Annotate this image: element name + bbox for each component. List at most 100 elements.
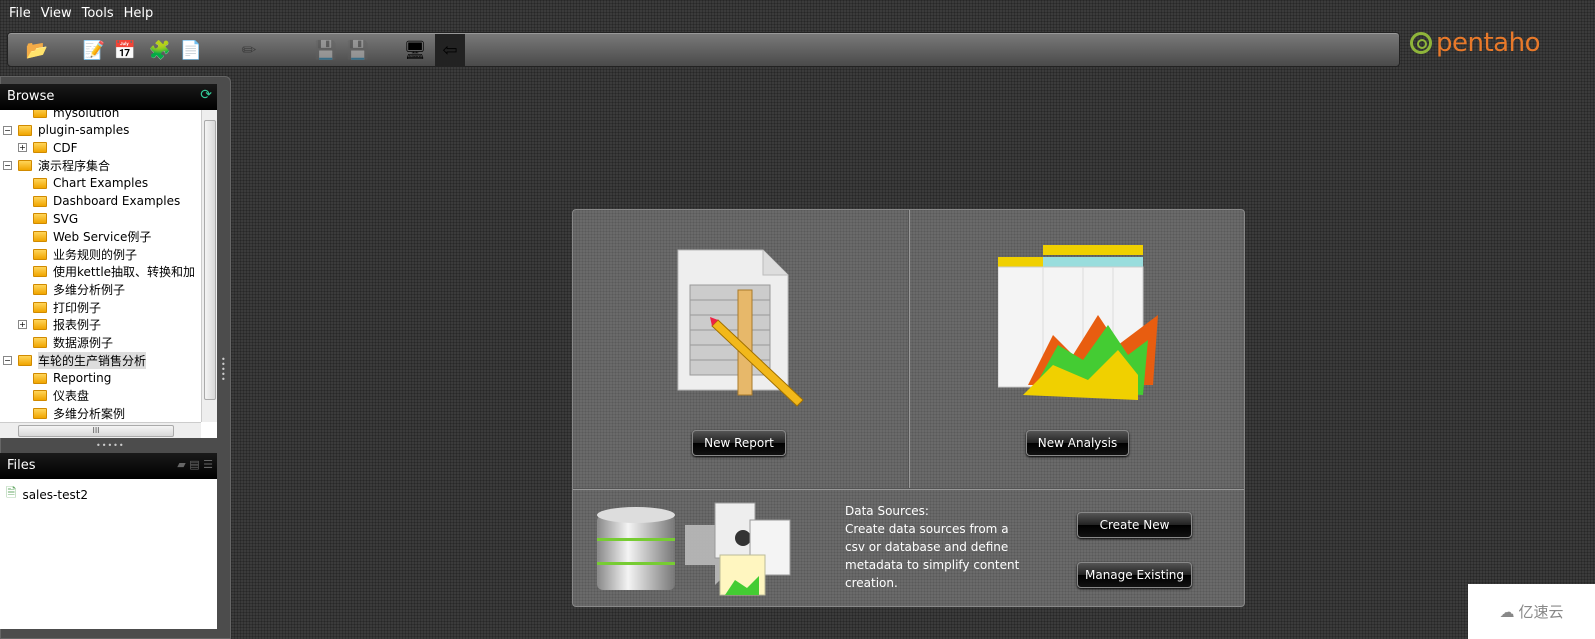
horizontal-scrollbar[interactable]: III bbox=[0, 422, 201, 438]
tree-node-label: Reporting bbox=[53, 371, 112, 385]
tree-node-label: plugin-samples bbox=[38, 123, 130, 138]
new-analysis-button[interactable]: New Analysis bbox=[1026, 430, 1129, 456]
browse-header: Browse ⟳ bbox=[0, 84, 217, 110]
tree-node[interactable]: 业务规则的例子 bbox=[18, 246, 137, 263]
tree-node[interactable]: 数据源例子 bbox=[18, 334, 113, 351]
vertical-splitter-handle[interactable]: • • • • • bbox=[221, 356, 227, 384]
file-view-icons[interactable]: ▰ ▤ ☰ bbox=[177, 458, 213, 471]
new-analysis-icon[interactable]: 📅 bbox=[112, 37, 138, 63]
folder-icon bbox=[18, 354, 32, 366]
toolbar: 📂 📝 📅 🧩 📄 ✏ 💾 💾 🖥 ⇦ bbox=[7, 32, 1400, 67]
monitor-icon[interactable]: 🖥 bbox=[402, 37, 428, 63]
files-header: Files ▰ ▤ ☰ bbox=[0, 453, 217, 479]
minus-expander-icon[interactable]: − bbox=[3, 161, 12, 171]
folder-icon bbox=[33, 110, 47, 118]
menu-file[interactable]: File bbox=[4, 0, 36, 28]
refresh-icon[interactable]: ⟳ bbox=[200, 87, 212, 103]
pentaho-logo: pentaho bbox=[1410, 28, 1541, 58]
analysis-illustration bbox=[998, 245, 1158, 400]
swirl-icon bbox=[1410, 32, 1432, 54]
tree-node[interactable]: mysolution bbox=[18, 110, 119, 121]
tree-node-label: 数据源例子 bbox=[53, 336, 114, 351]
folder-icon bbox=[33, 195, 47, 207]
tree-node[interactable]: + 报表例子 bbox=[18, 316, 101, 333]
tree-node[interactable]: Reporting bbox=[18, 370, 111, 387]
tree-node-label: 仪表盘 bbox=[53, 389, 90, 404]
minus-expander-icon[interactable]: − bbox=[3, 355, 12, 365]
tree-node-label: 使用kettle抽取、转换和加 bbox=[53, 265, 196, 280]
tree-node[interactable]: SVG bbox=[18, 210, 78, 227]
new-report-icon[interactable]: 📝 bbox=[81, 37, 107, 63]
minus-expander-icon[interactable]: − bbox=[3, 125, 12, 135]
folder-icon bbox=[33, 284, 47, 295]
files-list: 🗎 sales-test2 bbox=[0, 479, 217, 629]
save-icon[interactable]: 💾 bbox=[313, 37, 339, 63]
tree-node-label: CDF bbox=[53, 140, 78, 155]
folder-icon bbox=[33, 301, 47, 313]
watermark-text: 亿速云 bbox=[1518, 603, 1564, 621]
tree-node-label: SVG bbox=[53, 211, 79, 226]
folder-icon bbox=[33, 230, 47, 242]
tree-node[interactable]: Chart Examples bbox=[18, 175, 148, 192]
plus-expander-icon[interactable]: + bbox=[18, 320, 27, 330]
folder-icon bbox=[18, 160, 32, 172]
folder-icon bbox=[33, 142, 47, 154]
create-new-button[interactable]: Create New bbox=[1077, 512, 1192, 538]
tree-node[interactable]: − plugin-samples bbox=[3, 122, 129, 139]
tree-node-label: 车轮的生产销售分析 bbox=[38, 351, 147, 369]
menu-help[interactable]: Help bbox=[119, 0, 159, 28]
menu-tools[interactable]: Tools bbox=[77, 0, 119, 28]
tree-node-label: Chart Examples bbox=[53, 176, 149, 191]
manage-existing-button[interactable]: Manage Existing bbox=[1077, 562, 1192, 588]
tree-node[interactable]: 仪表盘 bbox=[18, 387, 89, 404]
data-sources-illustration bbox=[597, 502, 791, 596]
tree-node[interactable]: 多维分析案例 bbox=[18, 405, 125, 422]
tree-node-label: 多维分析案例 bbox=[53, 406, 126, 421]
tree-node-label: 业务规则的例子 bbox=[53, 247, 138, 262]
menu-bar: File View Tools Help bbox=[0, 0, 158, 28]
folder-icon bbox=[33, 248, 47, 260]
tree-node[interactable]: 打印例子 bbox=[18, 299, 101, 316]
plugin-install-icon[interactable]: 🧩 bbox=[147, 37, 173, 63]
open-folder-icon[interactable]: 📂 bbox=[24, 37, 50, 63]
tree-node[interactable]: 多维分析例子 bbox=[18, 281, 125, 298]
browse-title: Browse bbox=[7, 89, 55, 104]
folder-icon bbox=[33, 372, 47, 384]
tree-node[interactable]: Web Service例子 bbox=[18, 228, 151, 245]
files-title: Files bbox=[7, 458, 36, 473]
data-sources-text: Data Sources: Create data sources from a… bbox=[845, 502, 1025, 592]
folder-icon bbox=[33, 213, 47, 225]
logo-text: pentaho bbox=[1436, 28, 1541, 58]
splitter-handle[interactable]: ••••• bbox=[96, 441, 125, 450]
pdf-report-icon[interactable]: 📄 bbox=[178, 37, 204, 63]
data-sources-title: Data Sources: bbox=[845, 504, 929, 518]
tree-node-label: 报表例子 bbox=[53, 318, 102, 333]
tree-node[interactable]: − 车轮的生产销售分析 bbox=[3, 351, 147, 369]
tree-node[interactable]: Dashboard Examples bbox=[18, 193, 180, 210]
data-sources-description: Create data sources from a csv or databa… bbox=[845, 522, 1020, 590]
menu-view[interactable]: View bbox=[36, 0, 77, 28]
folder-icon bbox=[33, 177, 47, 189]
tree-node[interactable]: − 演示程序集合 bbox=[3, 157, 110, 174]
tree-node-label: Dashboard Examples bbox=[53, 194, 181, 208]
folder-icon bbox=[33, 407, 47, 419]
edit-pencil-icon[interactable]: ✏ bbox=[236, 37, 262, 63]
file-item[interactable]: 🗎 sales-test2 bbox=[6, 484, 88, 506]
tree-node-label: 多维分析例子 bbox=[53, 283, 126, 297]
tree-node-label: 演示程序集合 bbox=[38, 159, 111, 174]
tree-node[interactable]: 使用kettle抽取、转换和加 bbox=[18, 263, 195, 280]
plus-expander-icon[interactable]: + bbox=[18, 143, 27, 153]
folder-icon bbox=[33, 390, 47, 402]
file-name: sales-test2 bbox=[22, 488, 89, 502]
new-report-button[interactable]: New Report bbox=[692, 430, 786, 456]
folder-icon bbox=[33, 266, 47, 278]
vertical-scrollbar[interactable] bbox=[201, 110, 217, 422]
save-as-icon[interactable]: 💾 bbox=[345, 37, 371, 63]
report-illustration bbox=[677, 249, 804, 407]
toggle-browser-icon[interactable]: ⇦ bbox=[435, 34, 465, 66]
file-icon: 🗎 bbox=[6, 486, 17, 501]
watermark: ☁ 亿速云 bbox=[1468, 584, 1595, 639]
tree-node[interactable]: + CDF bbox=[18, 139, 78, 156]
tree-node-label: mysolution bbox=[53, 110, 120, 120]
folder-icon bbox=[33, 319, 47, 331]
